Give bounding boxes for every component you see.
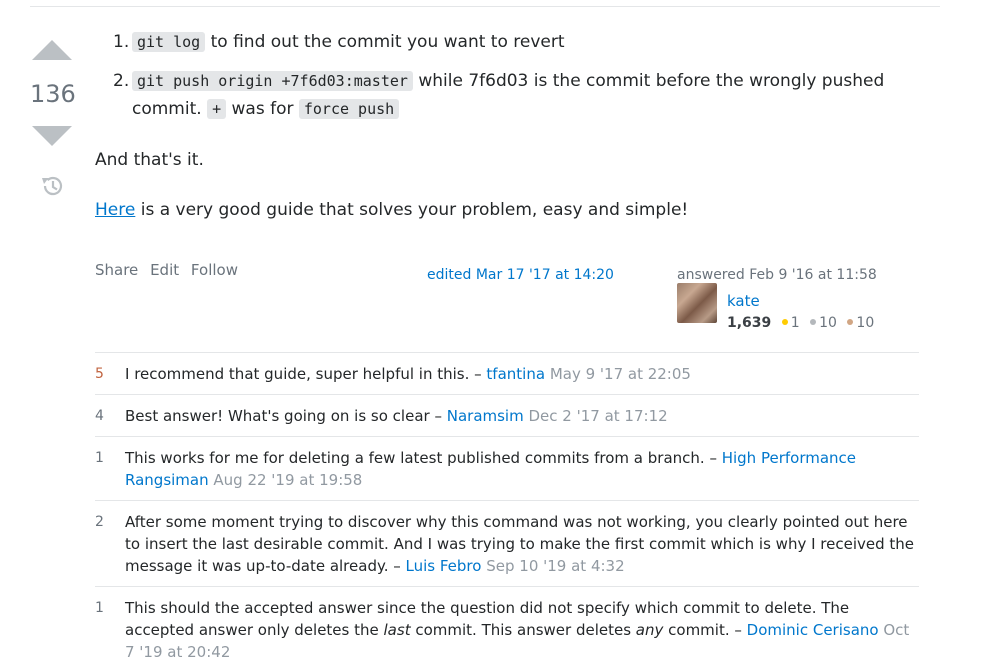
follow-link[interactable]: Follow [191, 261, 238, 279]
paragraph-text: is a very good guide that solves your pr… [135, 200, 689, 220]
comment-emphasis: last [383, 621, 411, 639]
reputation: 1,639 1 10 10 [727, 309, 874, 337]
share-link[interactable]: Share [95, 261, 138, 279]
comment-date: Sep 10 '19 at 4:32 [486, 557, 625, 575]
comment: 5 I recommend that guide, super helpful … [95, 353, 919, 395]
comment-emphasis: any [635, 621, 664, 639]
upvote-arrow-icon[interactable] [32, 38, 72, 60]
comment-score: 2 [95, 514, 104, 530]
inline-code: + [207, 99, 227, 119]
avatar[interactable] [677, 283, 717, 323]
comment-date: Dec 2 '17 at 17:12 [528, 407, 668, 425]
list-item: 2. git push origin +7f6d03:master while … [113, 67, 913, 123]
edit-link[interactable]: Edit [150, 261, 179, 279]
gold-badge-icon [781, 319, 788, 325]
comment-score: 5 [95, 366, 104, 382]
vote-count: 136 [30, 80, 76, 108]
paragraph: And that's it. [95, 150, 204, 170]
comment: 1 This should the accepted answer since … [95, 587, 919, 661]
comment-text: This works for me for deleting a few lat… [125, 449, 722, 467]
downvote-arrow-icon[interactable] [32, 126, 72, 148]
comment-score: 1 [95, 450, 104, 466]
owner-card: answered Feb 9 '16 at 11:58 kate 1,639 1… [677, 261, 917, 331]
edited-timestamp-link[interactable]: edited Mar 17 '17 at 14:20 [427, 261, 614, 289]
inline-code: git push origin +7f6d03:master [132, 71, 413, 91]
comment-score: 1 [95, 600, 104, 616]
step-text: was for [226, 99, 299, 119]
comment-date: Aug 22 '19 at 19:58 [213, 471, 363, 489]
comment-text: commit. – [663, 621, 747, 639]
comment-text: commit. This answer deletes [410, 621, 636, 639]
comment-date: May 9 '17 at 22:05 [549, 365, 691, 383]
silver-badge-count: 10 [819, 315, 837, 331]
comment: 2 After some moment trying to discover w… [95, 501, 919, 587]
comment-text: I recommend that guide, super helpful in… [125, 365, 487, 383]
comment: 4 Best answer! What's going on is so cle… [95, 395, 919, 437]
reputation-score: 1,639 [727, 315, 772, 331]
list-number: 1. [113, 32, 130, 52]
guide-link[interactable]: Here [95, 200, 135, 220]
silver-badge-icon [810, 319, 817, 325]
bronze-badge-icon [847, 319, 854, 325]
top-divider [30, 6, 940, 7]
inline-code: git log [132, 32, 206, 52]
list-number: 2. [113, 71, 130, 91]
comment-text: Best answer! What's going on is so clear… [125, 407, 447, 425]
paragraph: Here is a very good guide that solves yo… [95, 196, 688, 224]
comment-user[interactable]: Luis Febro [406, 557, 482, 575]
comment-user[interactable]: Dominic Cerisano [747, 621, 879, 639]
comments-list: 5 I recommend that guide, super helpful … [95, 352, 919, 661]
inline-code: force push [298, 99, 400, 119]
post-menu: Share Edit Follow [95, 256, 245, 284]
gold-badge-count: 1 [790, 315, 800, 331]
comment-user[interactable]: tfantina [486, 365, 545, 383]
comment-score: 4 [95, 408, 104, 424]
comment-user[interactable]: Naramsim [447, 407, 524, 425]
step-text: to find out the commit you want to rever… [205, 32, 565, 52]
comment: 1 This works for me for deleting a few l… [95, 437, 919, 501]
history-icon[interactable] [39, 173, 65, 199]
bronze-badge-count: 10 [856, 315, 875, 331]
list-item: 1. git log to find out the commit you wa… [113, 28, 913, 56]
steps-list: 1. git log to find out the commit you wa… [113, 28, 913, 134]
